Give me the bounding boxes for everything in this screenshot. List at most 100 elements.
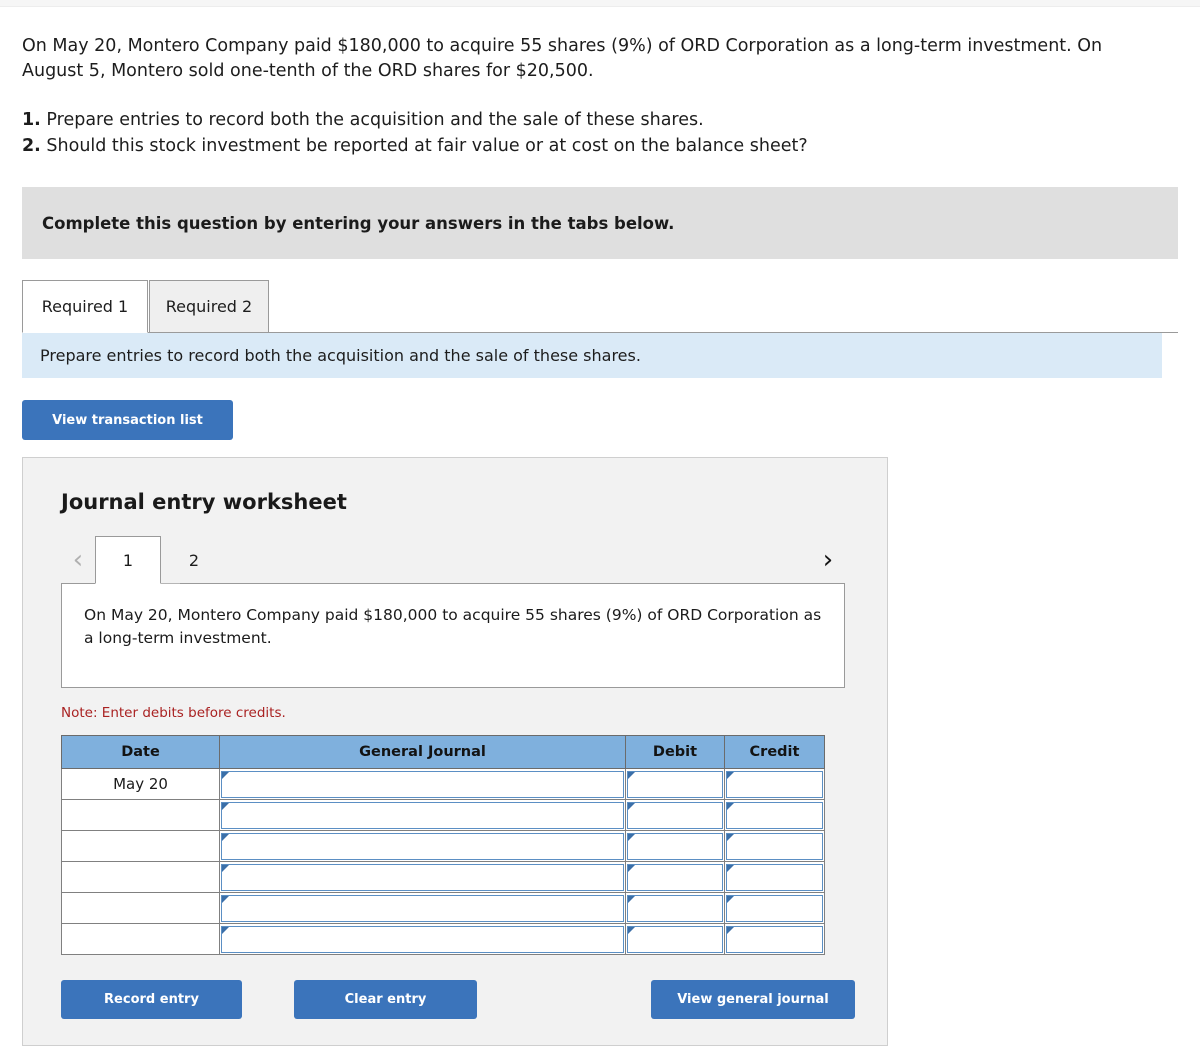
dropdown-marker-icon: [222, 803, 229, 811]
sub-instruction-text: Prepare entries to record both the acqui…: [40, 346, 641, 366]
column-header-general-journal: General Journal: [219, 735, 626, 770]
general-journal-input-cell[interactable]: [219, 768, 626, 801]
dropdown-marker-icon: [628, 865, 635, 873]
account-select-box[interactable]: [221, 864, 624, 892]
table-row: [61, 892, 825, 925]
account-select-box[interactable]: [221, 895, 624, 923]
dropdown-marker-icon: [727, 896, 734, 904]
transaction-description-text: On May 20, Montero Company paid $180,000…: [84, 606, 822, 647]
page-container: On May 20, Montero Company paid $180,000…: [0, 34, 1200, 1047]
entry-tab-2[interactable]: 2: [161, 536, 227, 584]
chevron-right-icon[interactable]: ›: [811, 536, 845, 584]
entry-tab-1-label: 1: [122, 550, 134, 570]
debit-input-box[interactable]: [627, 926, 723, 954]
dropdown-marker-icon: [628, 896, 635, 904]
credit-input-box[interactable]: [726, 895, 823, 923]
debit-input-box[interactable]: [627, 864, 723, 892]
credit-input-cell[interactable]: [724, 892, 825, 925]
dropdown-marker-icon: [727, 772, 734, 780]
journal-table-body: May 20: [61, 768, 825, 956]
worksheet-actions: Record entry Clear entry View general jo…: [61, 980, 855, 1020]
transaction-description-box: On May 20, Montero Company paid $180,000…: [61, 583, 845, 689]
credit-input-cell[interactable]: [724, 861, 825, 894]
general-journal-input-cell[interactable]: [219, 830, 626, 863]
debit-input-cell[interactable]: [625, 830, 725, 863]
table-row: [61, 830, 825, 863]
debit-input-box[interactable]: [627, 771, 723, 799]
date-input-cell[interactable]: [61, 923, 220, 956]
clear-entry-button[interactable]: Clear entry: [294, 980, 477, 1020]
debit-input-box[interactable]: [627, 802, 723, 830]
general-journal-input-cell[interactable]: [219, 892, 626, 925]
instruction-banner-text: Complete this question by entering your …: [42, 213, 675, 233]
debit-input-cell[interactable]: [625, 799, 725, 832]
account-select-box[interactable]: [221, 802, 624, 830]
dropdown-marker-icon: [222, 865, 229, 873]
entry-tab-1[interactable]: 1: [95, 536, 161, 585]
requirement-number-1: 1.: [22, 109, 41, 130]
table-row: May 20: [61, 768, 825, 801]
tab-required-2[interactable]: Required 2: [149, 280, 269, 334]
worksheet-pager: ‹ 1 2 ›: [61, 536, 861, 585]
table-row: [61, 861, 825, 894]
date-input-cell[interactable]: [61, 830, 220, 863]
view-transaction-list-button[interactable]: View transaction list: [22, 400, 233, 441]
debit-input-cell[interactable]: [625, 892, 725, 925]
requirements-list: 1. Prepare entries to record both the ac…: [22, 108, 1178, 160]
account-select-box[interactable]: [221, 833, 624, 861]
requirement-text-2: Should this stock investment be reported…: [46, 135, 808, 156]
record-entry-button[interactable]: Record entry: [61, 980, 242, 1020]
general-journal-input-cell[interactable]: [219, 861, 626, 894]
tab-required-1[interactable]: Required 1: [22, 280, 148, 334]
debit-input-cell[interactable]: [625, 923, 725, 956]
date-input-cell[interactable]: [61, 861, 220, 894]
instruction-banner: Complete this question by entering your …: [22, 187, 1178, 260]
dropdown-marker-icon: [628, 834, 635, 842]
top-chrome-strip: [0, 0, 1200, 7]
dropdown-marker-icon: [222, 834, 229, 842]
credit-input-cell[interactable]: [724, 830, 825, 863]
dropdown-marker-icon: [727, 865, 734, 873]
desc-top-edge-right: [180, 583, 845, 585]
credit-input-box[interactable]: [726, 771, 823, 799]
sub-instruction-banner: Prepare entries to record both the acqui…: [22, 333, 1162, 379]
requirement-item-2: 2. Should this stock investment be repor…: [22, 134, 1178, 160]
requirement-number-2: 2.: [22, 135, 41, 156]
credit-input-cell[interactable]: [724, 923, 825, 956]
general-journal-input-cell[interactable]: [219, 799, 626, 832]
table-row: [61, 923, 825, 956]
credit-input-cell[interactable]: [724, 768, 825, 801]
tab-required-2-label: Required 2: [165, 297, 253, 317]
journal-entry-table: Date General Journal Debit Credit May 20: [61, 735, 825, 956]
dropdown-marker-icon: [628, 772, 635, 780]
dropdown-marker-icon: [628, 927, 635, 935]
dropdown-marker-icon: [727, 927, 734, 935]
view-general-journal-button[interactable]: View general journal: [651, 980, 855, 1020]
credit-input-box[interactable]: [726, 926, 823, 954]
dropdown-marker-icon: [628, 803, 635, 811]
debit-input-cell[interactable]: [625, 768, 725, 801]
date-input-cell[interactable]: May 20: [61, 768, 220, 801]
dropdown-marker-icon: [727, 834, 734, 842]
account-select-box[interactable]: [221, 771, 624, 799]
tab-required-1-label: Required 1: [41, 297, 129, 317]
dropdown-marker-icon: [727, 803, 734, 811]
required-tabs: Required 1 Required 2: [22, 280, 1178, 334]
debit-input-box[interactable]: [627, 833, 723, 861]
debit-input-cell[interactable]: [625, 861, 725, 894]
table-row: [61, 799, 825, 832]
credit-input-box[interactable]: [726, 864, 823, 892]
general-journal-input-cell[interactable]: [219, 923, 626, 956]
entry-tab-2-label: 2: [188, 550, 200, 570]
credit-input-box[interactable]: [726, 833, 823, 861]
credit-input-box[interactable]: [726, 802, 823, 830]
account-select-box[interactable]: [221, 926, 624, 954]
problem-statement: On May 20, Montero Company paid $180,000…: [22, 36, 1103, 81]
journal-table-head: Date General Journal Debit Credit: [61, 735, 825, 770]
chevron-left-icon[interactable]: ‹: [61, 536, 95, 584]
date-input-cell[interactable]: [61, 799, 220, 832]
credit-input-cell[interactable]: [724, 799, 825, 832]
requirement-item-1: 1. Prepare entries to record both the ac…: [22, 108, 1178, 134]
date-input-cell[interactable]: [61, 892, 220, 925]
debit-input-box[interactable]: [627, 895, 723, 923]
